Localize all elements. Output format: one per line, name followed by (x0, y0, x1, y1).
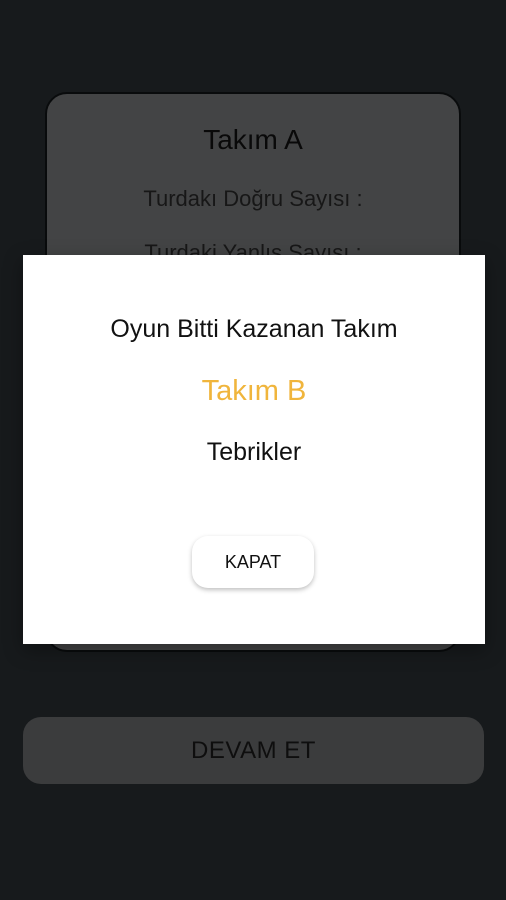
congrats-label: Tebrikler (206, 438, 302, 466)
dialog-message: Oyun Bitti Kazanan Takım (110, 315, 398, 343)
close-button[interactable]: KAPAT (192, 536, 314, 588)
winner-team-label: Takım B (201, 375, 307, 407)
game-over-dialog: Oyun Bitti Kazanan Takım Takım B Tebrikl… (23, 255, 485, 644)
